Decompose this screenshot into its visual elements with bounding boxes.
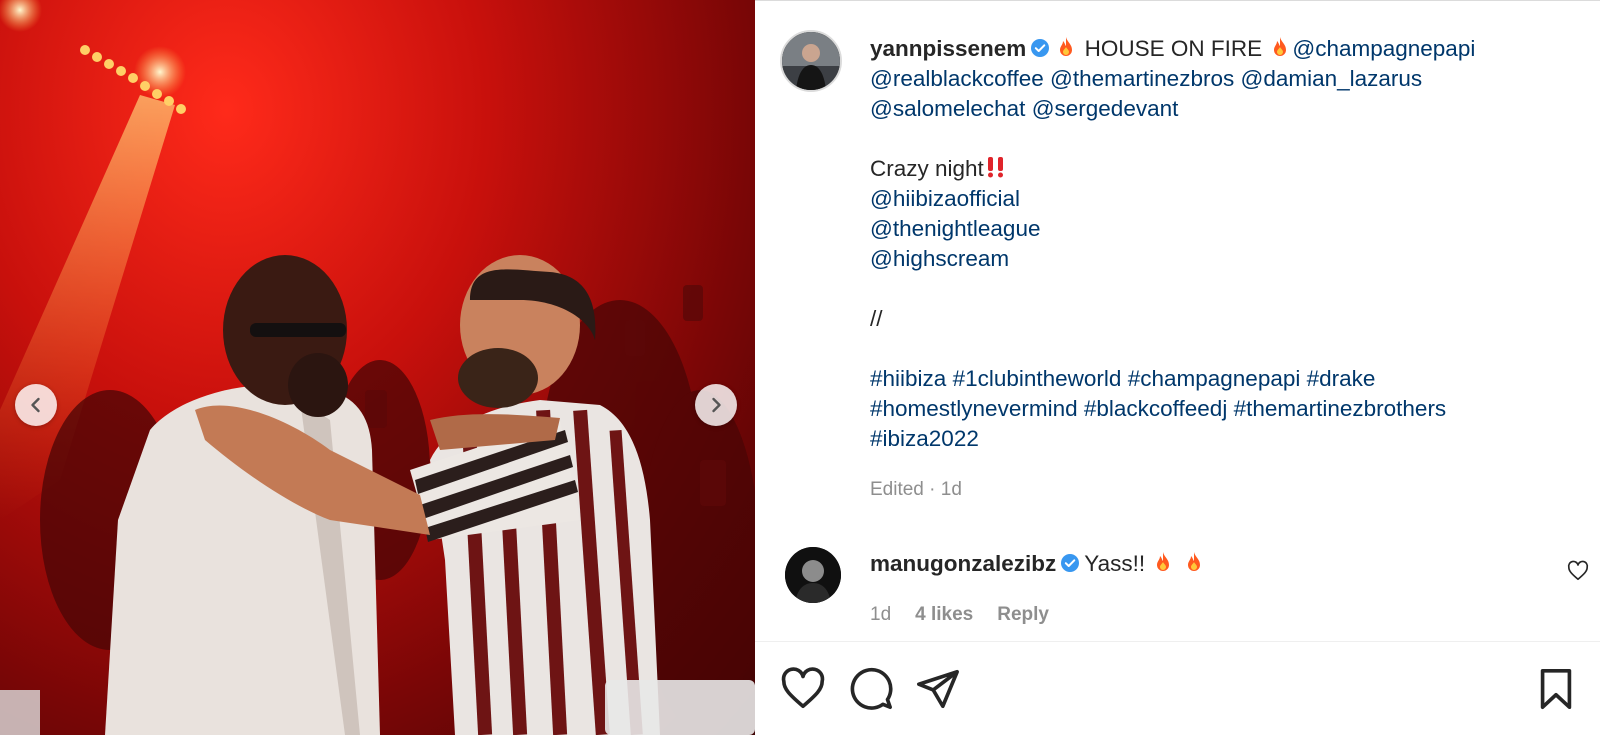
- hashtag-link[interactable]: #homestlynevermind: [870, 396, 1078, 421]
- edited-label: Edited: [870, 479, 924, 500]
- comment-meta: 1d 4 likes Reply: [870, 604, 1049, 626]
- hashtag-link[interactable]: #themartinezbrothers: [1234, 396, 1447, 421]
- hashtag-link[interactable]: #drake: [1307, 366, 1376, 391]
- fire-emoji-icon: [1060, 37, 1073, 56]
- comment: manugonzalezibz Yass!!: [870, 549, 1206, 579]
- caption-line-1: yannpissenem HOUSE ON FIRE @champagnepap…: [870, 34, 1570, 64]
- caption-crazy-night: Crazy night: [870, 154, 1570, 184]
- mention-link[interactable]: @damian_lazarus: [1240, 66, 1422, 91]
- chevron-left-icon: [31, 397, 40, 413]
- mention-link[interactable]: @realblackcoffee: [870, 66, 1044, 91]
- commenter-avatar-image: [785, 547, 841, 603]
- hashtag-link[interactable]: #champagnepapi: [1128, 366, 1301, 391]
- verified-badge-icon: [1061, 554, 1080, 572]
- verified-badge-icon: [1031, 39, 1050, 57]
- comment-reply-button[interactable]: Reply: [997, 604, 1049, 626]
- post-photo: [0, 0, 755, 735]
- hashtag-link[interactable]: #blackcoffeedj: [1084, 396, 1227, 421]
- hashtag-link[interactable]: #1clubintheworld: [953, 366, 1122, 391]
- author-username[interactable]: yannpissenem: [870, 36, 1026, 61]
- comment-icon[interactable]: [848, 666, 894, 712]
- caption-separator: //: [870, 306, 883, 331]
- mention-link[interactable]: @highscream: [870, 244, 1570, 274]
- double-exclamation-emoji-icon: [987, 157, 1003, 178]
- post-time[interactable]: 1d: [941, 479, 962, 500]
- mention-link[interactable]: @champagnepapi: [1292, 36, 1475, 61]
- mention-link[interactable]: @salomelechat: [870, 96, 1025, 121]
- hashtag-link[interactable]: #hiibiza: [870, 366, 946, 391]
- caption-line-3: @salomelechat @sergedevant: [870, 94, 1570, 124]
- commenter-avatar[interactable]: [785, 547, 841, 603]
- comment-username[interactable]: manugonzalezibz: [870, 551, 1056, 576]
- fire-emoji-icon: [1274, 37, 1287, 56]
- chevron-right-icon: [712, 397, 721, 413]
- profile-avatar-image: [782, 32, 840, 90]
- next-photo-button[interactable]: [695, 384, 737, 426]
- share-icon[interactable]: [915, 666, 961, 712]
- comment-likes[interactable]: 4 likes: [915, 604, 973, 626]
- comment-time[interactable]: 1d: [870, 604, 891, 626]
- hashtag-line-1: #hiibiza #1clubintheworld #champagnepapi…: [870, 364, 1570, 394]
- mention-link[interactable]: @hiibiza​official: [870, 184, 1570, 214]
- bookmark-icon[interactable]: [1533, 666, 1579, 712]
- hashtag-line-2: #homestlynevermind #blackcoffeedj #thema…: [870, 394, 1570, 424]
- previous-photo-button[interactable]: [15, 384, 57, 426]
- hashtag-line-3: #ibiza2022: [870, 424, 1570, 454]
- fire-emoji-icon: [1187, 552, 1200, 571]
- post-action-bar: [755, 641, 1600, 735]
- post-media[interactable]: [0, 0, 755, 735]
- mention-link[interactable]: @sergedevant: [1032, 96, 1179, 121]
- post-caption: yannpissenem HOUSE ON FIRE @champagnepap…: [870, 34, 1570, 454]
- mention-link[interactable]: @thenightleague: [870, 214, 1570, 244]
- comment-like-heart-icon[interactable]: [1567, 560, 1589, 582]
- crazy-night-text: Crazy night: [870, 156, 984, 181]
- hashtag-link[interactable]: #ibiza2022: [870, 426, 979, 451]
- post-details-panel: yannpissenem HOUSE ON FIRE @champagnepap…: [755, 0, 1600, 735]
- author-avatar[interactable]: [780, 30, 842, 92]
- post-edited-meta: Edited · 1d: [870, 479, 962, 500]
- heart-icon[interactable]: [780, 666, 826, 712]
- mention-link[interactable]: @themartinezbros: [1050, 66, 1234, 91]
- fire-emoji-icon: [1157, 552, 1170, 571]
- caption-headline: HOUSE ON FIRE: [1078, 36, 1269, 61]
- comment-text: Yass!!: [1084, 551, 1152, 576]
- caption-line-2: @realblackcoffee @themartinezbros @damia…: [870, 64, 1570, 94]
